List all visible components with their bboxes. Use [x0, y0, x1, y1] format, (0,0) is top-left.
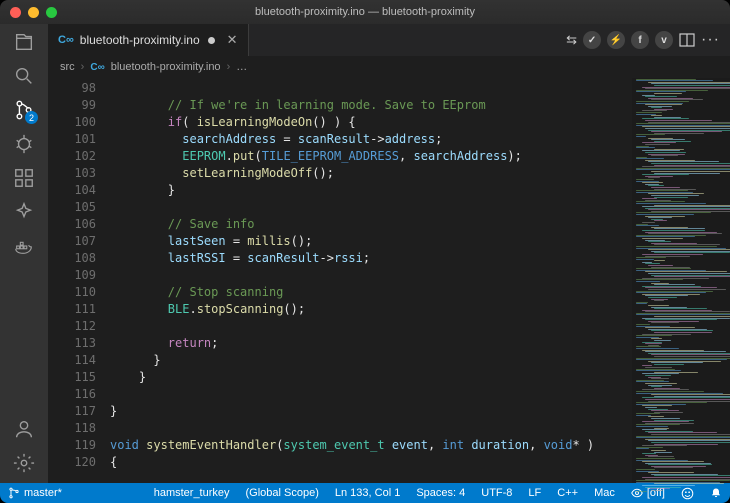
- tab-bar: C∞ bluetooth-proximity.ino ✕ ⇆ ✓ ⚡ f v ·…: [48, 24, 730, 56]
- code-line[interactable]: 104 }: [48, 182, 632, 199]
- editor-area: 98 99 // If we're in learning mode. Save…: [48, 78, 730, 483]
- tab-label: bluetooth-proximity.ino: [80, 33, 200, 47]
- explorer-icon[interactable]: [12, 30, 36, 54]
- compare-icon[interactable]: ⇆: [566, 32, 577, 48]
- code-line[interactable]: 114 }: [48, 352, 632, 369]
- notifications-bell-icon[interactable]: [702, 487, 730, 499]
- code-line[interactable]: 102 EEPROM.put(TILE_EEPROM_ADDRESS, sear…: [48, 148, 632, 165]
- activity-bar: 2: [0, 24, 48, 483]
- breadcrumb-segment[interactable]: …: [236, 61, 247, 73]
- status-os[interactable]: Mac: [586, 487, 623, 499]
- line-number: 104: [48, 182, 110, 199]
- code-line[interactable]: 120{: [48, 454, 632, 471]
- settings-gear-icon[interactable]: [12, 451, 36, 475]
- code-line[interactable]: 116: [48, 386, 632, 403]
- code-line[interactable]: 107 lastSeen = millis();: [48, 233, 632, 250]
- editor-actions: ⇆ ✓ ⚡ f v ···: [566, 31, 730, 49]
- status-bar: master* hamster_turkey (Global Scope) Ln…: [0, 483, 730, 503]
- line-number: 99: [48, 97, 110, 114]
- modified-indicator-icon: [208, 37, 215, 44]
- scm-badge: 2: [25, 111, 38, 124]
- code-line[interactable]: 100 if( isLearningModeOn() ) {: [48, 114, 632, 131]
- line-number: 119: [48, 437, 110, 454]
- line-number: 118: [48, 420, 110, 437]
- arduino-file-icon: C∞: [90, 62, 104, 73]
- code-line[interactable]: 101 searchAddress = scanResult->address;: [48, 131, 632, 148]
- action-f-icon[interactable]: f: [631, 31, 649, 49]
- more-actions-icon[interactable]: ···: [701, 31, 720, 49]
- debug-icon[interactable]: [12, 132, 36, 156]
- source-control-icon[interactable]: 2: [12, 98, 36, 122]
- feedback-smiley-icon[interactable]: [673, 487, 702, 500]
- line-number: 100: [48, 114, 110, 131]
- line-number: 103: [48, 165, 110, 182]
- status-scope-global[interactable]: (Global Scope): [238, 487, 327, 499]
- breadcrumb-segment[interactable]: bluetooth-proximity.ino: [111, 61, 221, 73]
- line-number: 108: [48, 250, 110, 267]
- docker-icon[interactable]: [12, 234, 36, 258]
- status-eol[interactable]: LF: [520, 487, 549, 499]
- account-icon[interactable]: [12, 417, 36, 441]
- split-editor-icon[interactable]: [679, 32, 695, 48]
- line-number: 115: [48, 369, 110, 386]
- code-line[interactable]: 111 BLE.stopScanning();: [48, 301, 632, 318]
- line-number: 102: [48, 148, 110, 165]
- code-line[interactable]: 98: [48, 80, 632, 97]
- status-scope[interactable]: hamster_turkey: [146, 487, 238, 499]
- line-number: 116: [48, 386, 110, 403]
- code-line[interactable]: 106 // Save info: [48, 216, 632, 233]
- code-editor[interactable]: 98 99 // If we're in learning mode. Save…: [48, 78, 632, 483]
- status-cursor-pos[interactable]: Ln 133, Col 1: [327, 487, 408, 499]
- code-line[interactable]: 115 }: [48, 369, 632, 386]
- line-number: 109: [48, 267, 110, 284]
- line-number: 106: [48, 216, 110, 233]
- chevron-right-icon: ›: [81, 61, 85, 73]
- line-number: 98: [48, 80, 110, 97]
- extensions-icon[interactable]: [12, 166, 36, 190]
- git-branch-status[interactable]: master*: [0, 487, 70, 499]
- code-line[interactable]: 105: [48, 199, 632, 216]
- breadcrumb[interactable]: src › C∞ bluetooth-proximity.ino › …: [48, 56, 730, 78]
- code-line[interactable]: 118: [48, 420, 632, 437]
- line-number: 112: [48, 318, 110, 335]
- line-number: 120: [48, 454, 110, 471]
- line-number: 110: [48, 284, 110, 301]
- status-indent[interactable]: Spaces: 4: [408, 487, 473, 499]
- code-line[interactable]: 108 lastRSSI = scanResult->rssi;: [48, 250, 632, 267]
- arduino-file-icon: C∞: [58, 34, 74, 46]
- code-line[interactable]: 119void systemEventHandler(system_event_…: [48, 437, 632, 454]
- action-v-icon[interactable]: v: [655, 31, 673, 49]
- sparkle-icon[interactable]: [12, 200, 36, 224]
- status-language[interactable]: C++: [549, 487, 586, 499]
- status-encoding[interactable]: UTF-8: [473, 487, 520, 499]
- line-number: 114: [48, 352, 110, 369]
- code-line[interactable]: 112: [48, 318, 632, 335]
- action-check-icon[interactable]: ✓: [583, 31, 601, 49]
- titlebar: bluetooth-proximity.ino — bluetooth-prox…: [0, 0, 730, 24]
- close-tab-icon[interactable]: ✕: [227, 32, 238, 48]
- breadcrumb-segment[interactable]: src: [60, 61, 75, 73]
- minimap[interactable]: [632, 78, 730, 483]
- code-line[interactable]: 103 setLearningModeOff();: [48, 165, 632, 182]
- action-flash-icon[interactable]: ⚡: [607, 31, 625, 49]
- code-line[interactable]: 99 // If we're in learning mode. Save to…: [48, 97, 632, 114]
- line-number: 113: [48, 335, 110, 352]
- line-number: 107: [48, 233, 110, 250]
- code-line[interactable]: 109: [48, 267, 632, 284]
- line-number: 117: [48, 403, 110, 420]
- search-icon[interactable]: [12, 64, 36, 88]
- code-line[interactable]: 113 return;: [48, 335, 632, 352]
- line-number: 111: [48, 301, 110, 318]
- line-number: 105: [48, 199, 110, 216]
- code-line[interactable]: 110 // Stop scanning: [48, 284, 632, 301]
- branch-name: master*: [24, 487, 62, 499]
- code-line[interactable]: 117}: [48, 403, 632, 420]
- line-number: 101: [48, 131, 110, 148]
- chevron-right-icon: ›: [227, 61, 231, 73]
- window-title: bluetooth-proximity.ino — bluetooth-prox…: [0, 6, 730, 18]
- editor-window: { "window": { "title": "bluetooth-proxim…: [0, 0, 730, 503]
- tab-active[interactable]: C∞ bluetooth-proximity.ino ✕: [48, 24, 249, 56]
